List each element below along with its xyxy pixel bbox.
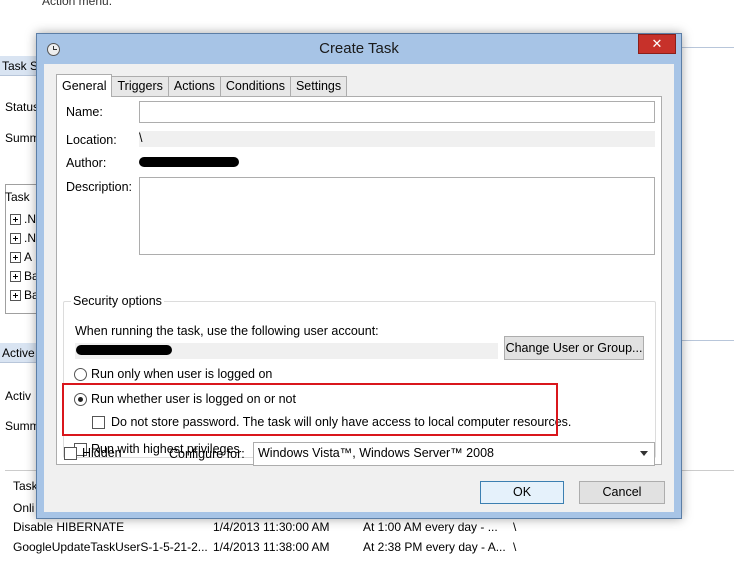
- background-summary2-label: Summ: [5, 419, 40, 433]
- ok-button[interactable]: OK: [480, 481, 564, 504]
- location-label: Location:: [66, 133, 117, 147]
- security-options-title: Security options: [71, 294, 164, 308]
- task-name-cell: Disable HIBERNATE: [13, 520, 125, 534]
- expand-icon[interactable]: [10, 289, 21, 301]
- tab-actions[interactable]: Actions: [167, 76, 221, 96]
- background-action-menu-text: Action menu.: [42, 0, 113, 8]
- hidden-label: Hidden: [82, 446, 122, 460]
- expand-icon[interactable]: [10, 232, 21, 244]
- description-label: Description:: [66, 180, 132, 194]
- background-status-label: Status: [5, 100, 40, 114]
- create-task-dialog: Create Task ✕ General Triggers Actions C…: [36, 33, 682, 519]
- dialog-client-area: General Triggers Actions Conditions Sett…: [44, 64, 674, 512]
- background-tree-item[interactable]: A: [10, 250, 32, 264]
- background-task-status-header: Task Sta: [0, 56, 48, 76]
- hidden-checkbox[interactable]: [64, 447, 77, 460]
- background-tree-item[interactable]: Ba: [10, 288, 39, 302]
- cancel-button[interactable]: Cancel: [579, 481, 665, 504]
- task-trigger-cell: At 1:00 AM every day - ...: [363, 520, 498, 534]
- chevron-down-icon: [640, 451, 648, 456]
- run-only-logged-on-label: Run only when user is logged on: [91, 367, 273, 381]
- task-extra-cell: \: [513, 520, 517, 534]
- background-divider: [682, 47, 734, 48]
- name-label: Name:: [66, 105, 103, 119]
- description-field[interactable]: [139, 177, 655, 255]
- security-options-group: Security options When running the task, …: [62, 294, 656, 458]
- tab-conditions[interactable]: Conditions: [219, 76, 291, 96]
- background-tasks-header: Task: [5, 190, 30, 204]
- task-date-cell: 1/4/2013 11:30:00 AM: [213, 520, 330, 534]
- background-divider: [682, 340, 734, 341]
- task-name-cell: Onli: [13, 501, 35, 515]
- redacted-author: [139, 157, 239, 167]
- background-active-label: Activ: [5, 389, 32, 403]
- expand-icon[interactable]: [10, 213, 21, 225]
- background-tree-item[interactable]: .N: [10, 212, 36, 226]
- change-user-button[interactable]: Change User or Group...: [504, 336, 644, 360]
- close-button[interactable]: ✕: [638, 34, 676, 54]
- tab-settings[interactable]: Settings: [289, 76, 348, 96]
- configure-for-select[interactable]: Windows Vista™, Windows Server™ 2008: [253, 442, 655, 466]
- tab-strip: General Triggers Actions Conditions Sett…: [56, 74, 348, 97]
- redacted-user-account: [76, 345, 172, 355]
- tab-general[interactable]: General: [56, 74, 113, 97]
- run-only-logged-on-radio[interactable]: [74, 368, 87, 381]
- task-name-cell: GoogleUpdateTaskUserS-1-5-21-2...: [13, 540, 208, 554]
- expand-icon[interactable]: [10, 270, 21, 282]
- general-tab-panel: Name: Location: \ Author: Description: S…: [56, 96, 662, 465]
- task-extra-cell: \: [513, 540, 517, 554]
- location-value-box: \: [139, 131, 655, 147]
- account-prompt: When running the task, use the following…: [75, 324, 379, 338]
- author-label: Author:: [66, 156, 107, 170]
- task-trigger-cell: At 2:38 PM every day - A...: [363, 540, 506, 554]
- configure-for-value: Windows Vista™, Windows Server™ 2008: [258, 446, 494, 460]
- background-tree-item[interactable]: .N: [10, 231, 36, 245]
- background-active-tasks-header: Active T: [0, 343, 45, 363]
- dialog-title: Create Task: [319, 40, 399, 57]
- expand-icon[interactable]: [10, 251, 21, 263]
- dialog-titlebar[interactable]: Create Task ✕: [37, 34, 681, 64]
- background-summary-label: Summ: [5, 131, 40, 145]
- configure-for-label: Configure for:: [169, 447, 245, 461]
- name-field[interactable]: [139, 101, 655, 123]
- tab-triggers[interactable]: Triggers: [111, 76, 169, 96]
- location-value: \: [139, 131, 143, 145]
- background-tree-item[interactable]: Ba: [10, 269, 39, 283]
- background-list-header: Task: [13, 479, 38, 493]
- task-date-cell: 1/4/2013 11:38:00 AM: [213, 540, 330, 554]
- red-highlight-box: [62, 383, 558, 436]
